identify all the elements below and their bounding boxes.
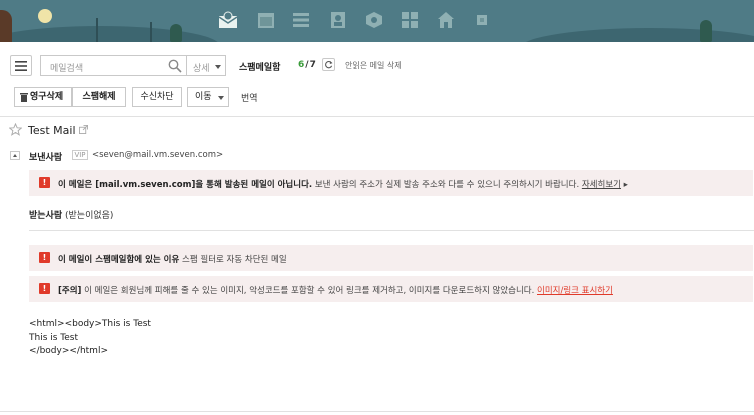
calendar-icon[interactable] [256, 10, 276, 30]
show-images-link[interactable]: 이미지/링크 표시하기 [537, 286, 613, 296]
popout-icon[interactable] [79, 125, 88, 134]
divider [0, 116, 754, 117]
home-icon[interactable] [436, 10, 456, 30]
receiver-row: 받는사람 (받는이없음) [29, 208, 113, 221]
move-label: 이동 [195, 92, 212, 102]
search-placeholder: 메일검색 [50, 64, 84, 74]
body-line: <html><body>This is Test [29, 319, 151, 329]
grid-icon[interactable] [400, 10, 420, 30]
chevron-right-icon: ▸ [623, 180, 628, 190]
caution-banner: ! [주의] 이 메일은 회원님께 피해를 줄 수 있는 이미지, 악성코드를 … [29, 276, 753, 302]
warning-text: 보낸 사람의 주소가 실제 발송 주소와 다를 수 있으니 주의하시기 바랍니다… [312, 180, 580, 190]
unread-count: 6 [298, 60, 305, 70]
detail-search-button[interactable]: 상세 [186, 55, 226, 76]
warning-bold: 이 메일은 [mail.vm.seven.com]을 통해 발송된 메일이 아닙… [58, 180, 313, 190]
search-toolbar: 메일검색 상세 스팸메일함 6/7 안읽은 메일 삭제 [0, 52, 754, 80]
body-line: This is Test [29, 332, 79, 343]
chevron-down-icon [215, 65, 221, 69]
total-count: 7 [309, 60, 316, 70]
mailbox-title: 스팸메일함 [239, 63, 281, 73]
warning-icon: ! [39, 252, 50, 263]
mail-count: 6/7 [298, 60, 316, 70]
subject-row: Test Mail [0, 121, 754, 141]
box-icon[interactable] [364, 10, 384, 30]
mail-subject: Test Mail [28, 124, 76, 137]
receiver-value: (받는이없음) [65, 211, 114, 221]
receiver-label: 받는사람 [29, 211, 63, 221]
unspam-button[interactable]: 스팸해제 [72, 87, 126, 107]
chevron-down-icon [218, 96, 224, 100]
list-icon[interactable] [291, 10, 311, 30]
avatar[interactable] [0, 10, 12, 42]
delete-permanent-label: 영구삭제 [30, 92, 64, 102]
vip-badge[interactable]: VIP [72, 150, 88, 160]
delete-unread-link[interactable]: 안읽은 메일 삭제 [345, 60, 402, 71]
body-line: </body></html> [29, 346, 108, 356]
mail-icon[interactable] [218, 10, 238, 30]
refresh-icon [325, 60, 333, 69]
sender-label: 보낸사람 [29, 153, 63, 163]
menu-button[interactable] [10, 55, 32, 76]
spoof-warning: ! 이 메일은 [mail.vm.seven.com]을 통해 발송된 메일이 … [29, 170, 753, 196]
move-button[interactable]: 이동 [187, 87, 229, 107]
details-link[interactable]: 자세히보기 [582, 180, 621, 190]
spam-reason-text: 스팸 필터로 자동 차단된 메일 [179, 255, 287, 265]
mail-body: <html><body>This is Test This is Test </bo… [29, 318, 151, 359]
warning-icon: ! [39, 283, 50, 294]
sun-decoration [38, 9, 52, 23]
contacts-icon[interactable] [328, 10, 348, 30]
detail-label: 상세 [193, 64, 210, 74]
search-icon[interactable] [168, 59, 182, 73]
action-toolbar: 영구삭제 스팸해제 수신차단 이동 번역 [0, 87, 754, 109]
caution-text: 이 메일은 회원님께 피해를 줄 수 있는 이미지, 악성코드를 포함할 수 있… [81, 286, 535, 296]
spam-reason-banner: ! 이 메일이 스팸메일함에 있는 이유 스팸 필터로 자동 차단된 메일 [29, 245, 753, 271]
collapse-toggle[interactable] [10, 151, 20, 160]
block-label: 수신차단 [140, 92, 174, 102]
trash-icon [20, 93, 28, 102]
caution-bold: [주의] [58, 286, 82, 296]
top-banner [0, 0, 754, 42]
sender-row: 보낸사람 VIP <seven@mail.vm.seven.com> [0, 149, 754, 163]
warning-icon: ! [39, 177, 50, 188]
translate-button[interactable]: 번역 [241, 91, 258, 104]
star-icon[interactable] [9, 123, 22, 136]
unspam-label: 스팸해제 [82, 92, 116, 102]
spam-reason-bold: 이 메일이 스팸메일함에 있는 이유 [58, 255, 180, 265]
sender-address[interactable]: <seven@mail.vm.seven.com> [92, 150, 223, 160]
delete-permanent-button[interactable]: 영구삭제 [14, 87, 72, 107]
hamburger-icon [15, 60, 27, 71]
square-icon[interactable] [472, 10, 492, 30]
block-sender-button[interactable]: 수신차단 [132, 87, 182, 107]
refresh-button[interactable] [322, 58, 335, 71]
divider [0, 411, 754, 412]
divider [29, 230, 754, 231]
search-input[interactable]: 메일검색 [40, 55, 186, 76]
